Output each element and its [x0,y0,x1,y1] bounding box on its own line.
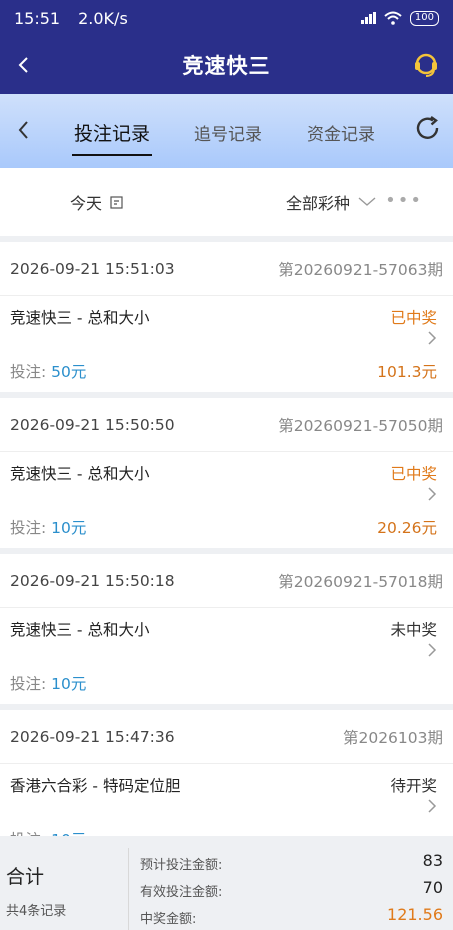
chevron-right-icon [428,487,437,501]
record-header: 2026-09-21 15:50:50 第20260921-57050期 [0,398,453,452]
record-issue: 第20260921-57018期 [278,572,443,591]
bet-amount: 10元 [51,519,87,537]
tab-bet-records[interactable]: 投注记录 [62,112,162,156]
record-header: 2026-09-21 15:47:36 第2026103期 [0,710,453,764]
bet-label: 投注: [10,519,52,537]
chevron-right-icon [428,799,437,813]
record-time: 2026-09-21 15:47:36 [10,727,175,746]
record-count: 共4条记录 [6,904,67,919]
summary-title: 合计 [6,866,45,888]
bet-amount: 10元 [51,675,87,693]
win-amount: 20.26元 [377,519,437,537]
back-button[interactable] [6,46,40,84]
tab-fund-records[interactable]: 资金记录 [293,112,389,152]
status-time: 15:51 [14,8,61,28]
record-issue: 第20260921-57063期 [278,260,443,279]
valid-bet-row: 有效投注金额: 70 [140,878,443,900]
chevron-right-icon [428,331,437,345]
record-status: 待开奖 [390,777,437,795]
record-status: 已中奖 [390,465,437,483]
signal-icon [360,12,376,24]
win-amount: 101.3元 [377,363,437,381]
refresh-icon[interactable] [413,114,443,144]
page-title: 竞速快三 [182,54,271,78]
win-total-value: 121.56 [387,905,443,924]
record-status: 已中奖 [390,309,437,327]
valid-bet-label: 有效投注金额: [140,885,223,900]
record-card[interactable]: 2026-09-21 15:51:03 第20260921-57063期 竞速快… [0,242,453,392]
chevron-left-icon [18,121,28,139]
chevron-down-icon [358,197,376,206]
status-icons: 100 [360,10,439,26]
title-bar: 竞速快三 [0,36,453,94]
record-game: 竞速快三 - 总和大小 [10,621,150,639]
win-amount-row: 中奖金额: 121.56 [140,905,443,927]
bet-label: 投注: [10,675,52,693]
summary-footer: 合计 共4条记录 预计投注金额: 83 有效投注金额: 70 中奖金额: 121… [0,836,453,930]
win-total-label: 中奖金额: [140,912,197,927]
record-game: 竞速快三 - 总和大小 [10,465,150,483]
record-time: 2026-09-21 15:50:18 [10,571,175,590]
tab-back-button[interactable] [10,112,36,148]
record-header: 2026-09-21 15:51:03 第20260921-57063期 [0,242,453,296]
expected-bet-label: 预计投注金额: [140,858,223,873]
calendar-icon [110,196,123,209]
record-game: 竞速快三 - 总和大小 [10,309,150,327]
record-time: 2026-09-21 15:51:03 [10,259,175,278]
bet-amount: 50元 [51,363,87,381]
filter-bar: 今天 全部彩种 ••• [0,168,453,236]
expected-bet-value: 83 [422,851,443,870]
battery-icon: 100 [409,10,439,26]
expected-bet-row: 预计投注金额: 83 [140,851,443,873]
bet-label: 投注: [10,363,52,381]
tab-chase-records[interactable]: 追号记录 [180,112,276,152]
lottery-type-label: 全部彩种 [286,194,351,213]
valid-bet-value: 70 [422,878,443,897]
record-issue: 第2026103期 [342,728,443,747]
record-bet: 投注: 50元 [10,360,86,382]
record-game: 香港六合彩 - 特码定位胆 [10,777,181,795]
record-bet: 投注: 10元 [10,516,86,538]
record-issue: 第20260921-57050期 [278,416,443,435]
record-bet: 投注: 10元 [10,672,86,694]
tab-bar: 投注记录 追号记录 资金记录 [0,94,453,168]
date-filter[interactable]: 今天 [70,190,123,214]
record-time: 2026-09-21 15:50:50 [10,415,175,434]
record-card[interactable]: 2026-09-21 15:50:50 第20260921-57050期 竞速快… [0,398,453,548]
record-card[interactable]: 2026-09-21 15:50:18 第20260921-57018期 竞速快… [0,554,453,704]
date-filter-label: 今天 [70,194,103,213]
wifi-icon [384,11,402,25]
more-options-icon[interactable]: ••• [385,190,423,211]
lottery-type-filter[interactable]: 全部彩种 [286,190,376,214]
chevron-right-icon [428,643,437,657]
record-status: 未中奖 [390,621,437,639]
record-header: 2026-09-21 15:50:18 第20260921-57018期 [0,554,453,608]
headset-service-icon[interactable] [411,50,441,80]
footer-divider [128,848,129,930]
back-chevron-icon [18,57,28,73]
network-speed: 2.0K/s [78,8,128,28]
status-bar: 15:51 2.0K/s 100 [0,0,453,36]
